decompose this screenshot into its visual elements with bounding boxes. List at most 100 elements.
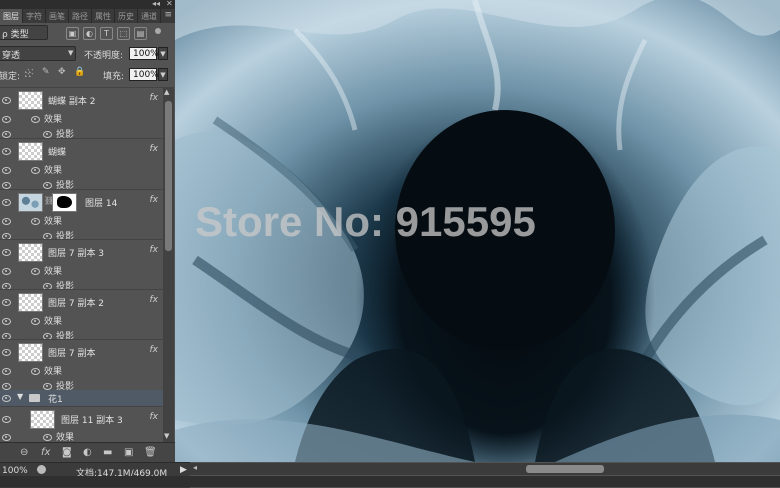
document-canvas[interactable]: Store No: 915595 bbox=[175, 0, 780, 462]
new-group-icon[interactable]: ▬ bbox=[103, 447, 112, 458]
fx-icon[interactable]: fx bbox=[150, 93, 159, 103]
tab-character[interactable]: 字符 bbox=[23, 9, 46, 23]
horizontal-scrollbar-thumb[interactable] bbox=[526, 465, 604, 473]
effects-label: 效果 bbox=[44, 115, 63, 125]
folder-icon bbox=[29, 394, 40, 402]
effects-row[interactable]: 效果 bbox=[0, 429, 163, 442]
lock-pixels-icon[interactable]: ✎ bbox=[42, 67, 50, 77]
effects-label: 效果 bbox=[56, 433, 75, 442]
blend-mode-select[interactable]: 穿透 bbox=[0, 46, 76, 61]
visibility-eye-icon[interactable] bbox=[1, 433, 11, 441]
visibility-eye-icon[interactable] bbox=[1, 394, 11, 402]
type-filter-icon[interactable]: T bbox=[100, 27, 113, 40]
visibility-eye-icon[interactable] bbox=[1, 317, 11, 325]
new-layer-icon[interactable]: ▣ bbox=[124, 447, 133, 458]
tab-brush[interactable]: 画笔 bbox=[46, 9, 69, 23]
visibility-eye-icon[interactable] bbox=[1, 130, 11, 138]
fx-icon[interactable]: fx bbox=[150, 195, 159, 205]
effects-eye-icon bbox=[30, 267, 40, 275]
close-panel-button[interactable]: ✕ bbox=[166, 0, 173, 8]
fill-input[interactable]: 100% bbox=[129, 68, 159, 81]
layers-scrollbar[interactable]: ▲ ▼ bbox=[163, 87, 174, 442]
fx-icon[interactable]: fx bbox=[150, 412, 159, 422]
opacity-input[interactable]: 100% bbox=[129, 47, 159, 60]
collapse-panel-button[interactable]: ◂◂ bbox=[152, 0, 160, 8]
layer-row[interactable]: ⛓ 图层 14 fx bbox=[0, 189, 163, 213]
lock-transparency-icon[interactable] bbox=[25, 69, 33, 77]
visibility-eye-icon[interactable] bbox=[1, 96, 11, 104]
layer-row[interactable]: 图层 7 副本 fx bbox=[0, 339, 163, 363]
panel-menu-icon[interactable]: ≡ bbox=[164, 10, 172, 20]
fx-icon[interactable]: fx bbox=[150, 245, 159, 255]
tab-channels[interactable]: 通道 bbox=[138, 9, 161, 23]
visibility-eye-icon[interactable] bbox=[1, 298, 11, 306]
layer-thumbnail bbox=[18, 193, 43, 212]
scrollbar-thumb[interactable] bbox=[165, 101, 172, 251]
add-layer-style-icon[interactable]: fx bbox=[41, 447, 50, 458]
effects-row[interactable]: 效果 bbox=[0, 313, 163, 328]
visibility-eye-icon[interactable] bbox=[1, 115, 11, 123]
tab-history[interactable]: 历史 bbox=[115, 9, 138, 23]
effects-row[interactable]: 效果 bbox=[0, 363, 163, 378]
effects-eye-icon bbox=[30, 367, 40, 375]
lock-position-icon[interactable]: ✥ bbox=[58, 67, 66, 77]
layer-mask-thumbnail[interactable] bbox=[52, 193, 77, 212]
shape-filter-icon[interactable]: ⬚ bbox=[117, 27, 130, 40]
visibility-eye-icon[interactable] bbox=[1, 217, 11, 225]
visibility-eye-icon[interactable] bbox=[1, 415, 11, 423]
effects-row[interactable]: 效果 bbox=[0, 213, 163, 228]
layer-row[interactable]: 蝴蝶 副本 2 fx bbox=[0, 87, 163, 111]
add-mask-icon[interactable]: ◙ bbox=[62, 447, 72, 458]
fx-icon[interactable]: fx bbox=[150, 345, 159, 355]
status-info-icon[interactable] bbox=[37, 465, 46, 474]
effects-row[interactable]: 效果 bbox=[0, 111, 163, 126]
pixel-filter-icon[interactable]: ▣ bbox=[66, 27, 79, 40]
layer-row[interactable]: 图层 7 副本 3 fx bbox=[0, 239, 163, 263]
layer-row[interactable]: 图层 11 副本 3 fx bbox=[0, 406, 163, 430]
bottom-strip bbox=[0, 476, 780, 487]
tab-layers[interactable]: 图层 bbox=[0, 9, 23, 23]
visibility-eye-icon[interactable] bbox=[1, 181, 11, 189]
visibility-eye-icon[interactable] bbox=[1, 248, 11, 256]
visibility-eye-icon[interactable] bbox=[1, 267, 11, 275]
effects-row[interactable]: 效果 bbox=[0, 263, 163, 278]
filter-kind-select[interactable]: ρ 类型 bbox=[0, 25, 48, 40]
visibility-eye-icon[interactable] bbox=[1, 198, 11, 206]
effects-label: 效果 bbox=[44, 217, 63, 227]
layer-group-row[interactable]: ▼ 花1 bbox=[0, 390, 163, 406]
fx-icon[interactable]: fx bbox=[150, 295, 159, 305]
effects-row[interactable]: 效果 bbox=[0, 162, 163, 177]
scroll-up-arrow-icon[interactable]: ▲ bbox=[164, 88, 169, 96]
layer-thumbnail bbox=[18, 343, 43, 362]
fill-dropdown-icon[interactable]: ▼ bbox=[158, 68, 168, 81]
visibility-eye-icon[interactable] bbox=[1, 166, 11, 174]
layer-name: 图层 11 副本 3 bbox=[61, 416, 123, 426]
visibility-eye-icon[interactable] bbox=[1, 367, 11, 375]
layer-row[interactable]: 蝴蝶 fx bbox=[0, 138, 163, 162]
fx-icon[interactable]: fx bbox=[150, 144, 159, 154]
opacity-dropdown-icon[interactable]: ▼ bbox=[158, 47, 168, 60]
lock-all-icon[interactable]: 🔒 bbox=[74, 67, 85, 77]
visibility-eye-icon[interactable] bbox=[1, 348, 11, 356]
visibility-eye-icon[interactable] bbox=[1, 147, 11, 155]
tab-paths[interactable]: 路径 bbox=[69, 9, 92, 23]
horizontal-scrollbar[interactable]: ◂ bbox=[190, 463, 780, 475]
layer-row[interactable]: 图层 7 副本 2 fx bbox=[0, 289, 163, 313]
layer-thumbnail bbox=[30, 410, 55, 429]
scroll-left-arrow-icon[interactable]: ◂ bbox=[193, 463, 197, 472]
tab-properties[interactable]: 属性 bbox=[92, 9, 115, 23]
status-menu-arrow-icon[interactable]: ▶ bbox=[180, 465, 187, 475]
adjustment-layer-icon[interactable]: ◐ bbox=[83, 447, 92, 458]
zoom-level[interactable]: 100% bbox=[2, 466, 28, 476]
smart-object-filter-icon[interactable]: ▤ bbox=[134, 27, 147, 40]
scroll-down-arrow-icon[interactable]: ▼ bbox=[164, 432, 169, 440]
group-expand-icon[interactable]: ▼ bbox=[17, 392, 23, 401]
drop-shadow-eye-icon bbox=[42, 382, 52, 390]
delete-layer-icon[interactable]: 🗑 bbox=[144, 447, 157, 458]
layer-name: 图层 7 副本 bbox=[48, 349, 96, 359]
filter-toggle-icon[interactable] bbox=[155, 28, 161, 34]
panel-tabs: 图层 字符 画笔 路径 属性 历史 通道 ≡ bbox=[0, 9, 175, 23]
link-layers-icon[interactable]: ⊖ bbox=[20, 447, 28, 458]
adjustment-filter-icon[interactable]: ◐ bbox=[83, 27, 96, 40]
visibility-eye-icon[interactable] bbox=[1, 382, 11, 390]
